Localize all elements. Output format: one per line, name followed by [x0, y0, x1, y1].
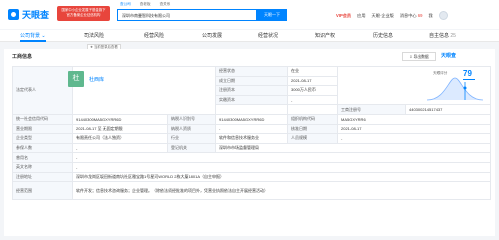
- scale-label: 人员规模: [287, 133, 338, 144]
- former-name-label: 曾用名: [12, 152, 73, 163]
- authority-value: 深圳市市场监督管理局: [215, 142, 491, 154]
- vip-link[interactable]: VIP会员: [336, 13, 351, 19]
- reg-no-value: 440300214517437: [405, 104, 491, 115]
- former-name-value: -: [72, 152, 491, 163]
- section-title: 工商信息: [12, 54, 33, 60]
- watermark-logo: 天眼查: [441, 53, 457, 59]
- company-type-value: 有限责任公司（法人独资）: [72, 133, 168, 144]
- tab-company-development[interactable]: 公司发展: [202, 32, 222, 39]
- logo-text: 天眼查: [22, 9, 50, 20]
- tab-label: 公司背景: [20, 33, 41, 39]
- tab-label: 自主信息: [429, 33, 450, 39]
- paid-capital-label: 实缴资本: [215, 94, 288, 106]
- score-marker-dot: [463, 86, 467, 90]
- empty-cell: [215, 104, 288, 115]
- company-nav: 公司背景 ⌄ 司法风险 经营风险 公司发展 经营状况 知识产权 历史信息 自主信…: [0, 30, 499, 42]
- promo-line-2: 官方备案企业征信机构: [66, 13, 101, 17]
- industry-label: 行业: [167, 133, 216, 144]
- reg-no-label: 工商注册号: [337, 104, 406, 115]
- term-value: 2021-08-17 至 无固定期限: [72, 123, 168, 135]
- english-name-value: -: [72, 161, 491, 173]
- tab-operation-risk[interactable]: 经营风险: [144, 32, 164, 39]
- address-value: 深圳市龙岗区坂田街道南坑社区雅宝路1号星河WORLD 2栋大厦1801A（自主申…: [72, 171, 491, 183]
- paid-capital-value: -: [287, 94, 338, 106]
- registered-capital-value: 3000万人民币: [287, 85, 338, 96]
- logo-eye-icon: [8, 8, 19, 20]
- insured-label: 参保人数: [12, 142, 73, 154]
- search-input[interactable]: 深圳市南曼智科技有限公司: [117, 9, 257, 21]
- legal-rep-cell: [72, 66, 216, 115]
- business-info-panel: 工商信息 ⇩ 导出数据 天眼查 法定代表人 经营状态 在业 成立日期 2021-…: [4, 49, 495, 236]
- taxpayer-qual-value: -: [215, 123, 288, 135]
- company-type-label: 企业类型: [12, 133, 73, 144]
- search-tab-relation[interactable]: 查关系: [160, 2, 171, 7]
- scope-label: 经营范围: [12, 181, 73, 201]
- taxpayer-id-label: 纳税人识别号: [167, 113, 216, 125]
- search-tab-boss[interactable]: 查老板: [140, 2, 151, 7]
- tab-history[interactable]: 历史信息: [373, 32, 393, 39]
- org-code-value: MA5GXYRR6: [337, 113, 491, 125]
- tab-company-background[interactable]: 公司背景 ⌄: [20, 32, 46, 39]
- legal-rep-avatar: 杜: [68, 71, 84, 87]
- registered-capital-label: 注册资本: [215, 85, 288, 96]
- avatar[interactable]: [438, 11, 448, 20]
- tab-operation-status[interactable]: 经营状况: [258, 32, 278, 39]
- address-label: 注册地址: [12, 171, 73, 183]
- tab-chevron-icon: ⌄: [40, 33, 46, 39]
- active-tab-underline: [20, 40, 46, 42]
- export-data-button[interactable]: ⇩ 导出数据: [402, 52, 436, 61]
- top-right-menu: VIP会员 应用 天眼·企业版 消息中心 69 我: [336, 11, 448, 20]
- taxpayer-qual-label: 纳税人资质: [167, 123, 216, 135]
- tab-legal-risk[interactable]: 司法风险: [84, 32, 104, 39]
- tab-self-info[interactable]: 自主信息 25: [429, 32, 456, 39]
- tianyan-score[interactable]: 天眼评分 79: [399, 66, 490, 104]
- scale-value: -: [337, 133, 491, 144]
- export-label: 导出数据: [413, 55, 429, 59]
- score-curve-area: [427, 78, 483, 100]
- credit-code-value: 91440300MA5GXYRR6D: [72, 113, 168, 125]
- tab-count: 25: [450, 33, 456, 39]
- message-count-badge: 69: [417, 12, 423, 18]
- empty-cell: [287, 104, 338, 115]
- industry-value: 软件和信息技术服务业: [215, 133, 288, 144]
- promo-badge[interactable]: 国家中小企业发展子基金旗下 官方备案企业征信机构: [57, 6, 110, 21]
- established-label: 成立日期: [215, 75, 288, 87]
- established-value: 2021-08-17: [287, 75, 338, 87]
- tab-intellectual-property[interactable]: 知识产权: [315, 32, 335, 39]
- apps-link[interactable]: 应用: [357, 13, 365, 19]
- top-bar: 天眼查 国家中小企业发展子基金旗下 官方备案企业征信机构 查公司 查老板 查关系…: [0, 0, 499, 29]
- scope-value: 软件开发；信息技术咨询服务；企业管理。（除依法须经批准的项目外，凭营业执照依法自…: [72, 181, 491, 201]
- search-type-tabs: 查公司 查老板 查关系: [120, 2, 170, 7]
- legal-rep-name-link[interactable]: 杜西库: [89, 76, 104, 83]
- search-button[interactable]: 天眼一下: [257, 9, 287, 21]
- messages-link[interactable]: 消息中心 69: [400, 13, 423, 19]
- org-code-label: 组织机构代码: [287, 113, 338, 125]
- status-value: 在业: [287, 66, 338, 77]
- messages-label: 消息中心: [399, 12, 417, 18]
- authority-label: 登记机关: [167, 142, 216, 154]
- insured-value: -: [72, 142, 168, 154]
- search-tab-company[interactable]: 查公司: [120, 2, 131, 7]
- english-name-label: 英文名称: [12, 161, 73, 173]
- status-label: 经营状态: [215, 66, 288, 77]
- site-logo[interactable]: 天眼查: [8, 8, 49, 20]
- taxpayer-id-value: 91440300MA5GXYRR6D: [215, 113, 288, 125]
- approval-date-label: 核准日期: [287, 123, 338, 135]
- user-link[interactable]: 我: [428, 13, 432, 19]
- score-curve-chart: [426, 77, 484, 101]
- credit-code-label: 统一社会信用代码: [12, 113, 73, 125]
- approval-date-value: 2021-08-17: [337, 123, 491, 135]
- enterprise-link[interactable]: 天眼·企业版: [372, 13, 394, 19]
- term-label: 营业期限: [12, 123, 73, 135]
- legal-rep-label: 法定代表人: [12, 66, 73, 115]
